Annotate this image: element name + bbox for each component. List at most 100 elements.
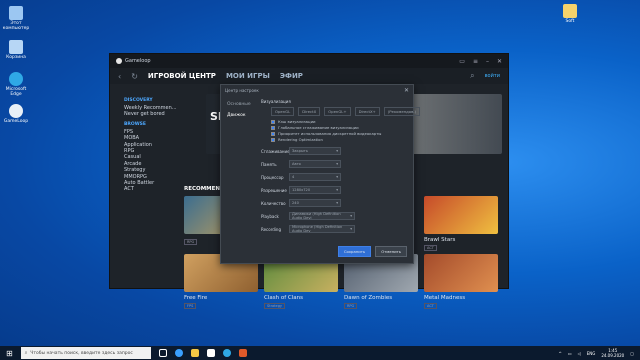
api-option-opengl-plus[interactable]: OpenGL+	[324, 107, 351, 116]
field-recording: Recording Microphone (High Definition Au…	[261, 225, 409, 233]
field-processor: Процессор 4 ▾	[261, 173, 409, 181]
system-tray: ^ ▭ ◁ ENG 1:45 24.09.2020 ▢	[558, 348, 634, 358]
network-icon[interactable]: ▭	[568, 351, 572, 356]
api-recommended-note: (Рекомендов.)	[383, 107, 421, 116]
search-icon: ⌕	[24, 351, 28, 356]
api-option-directx-plus[interactable]: DirectX+	[354, 107, 380, 116]
tab-live[interactable]: ЭФИР	[280, 72, 303, 80]
store-taskbar-icon[interactable]	[206, 349, 215, 357]
title-bar: Gameloop ▭ ≡ – ✕	[110, 54, 508, 68]
checkbox-icon	[271, 125, 275, 130]
sidebar-discovery-title: DISCOVERY	[124, 98, 153, 103]
tab-game-center[interactable]: ИГРОВОЙ ЦЕНТР	[148, 72, 216, 80]
dialog-close-button[interactable]: ✕	[404, 87, 409, 94]
close-button[interactable]: ✕	[497, 58, 502, 65]
menu-item-general[interactable]: Основные	[225, 99, 257, 110]
field-memory: Память Авто ▾	[261, 160, 409, 168]
api-option-opengl[interactable]: OpenGL	[271, 107, 295, 116]
game-name: Free Fire	[184, 295, 208, 301]
language-indicator[interactable]: ENG	[587, 351, 596, 356]
window-mode-button[interactable]: ▭	[459, 58, 465, 65]
field-antialiasing: Сглаживание Закрыть ▾	[261, 147, 409, 155]
taskbar: ⊞ ⌕ Чтобы начать поиск, введите здесь за…	[0, 346, 640, 360]
checkbox-rendering-optimization[interactable]: Rendering Optimization	[271, 137, 409, 142]
desktop-icon-edge[interactable]: Microsoft Edge	[2, 72, 30, 97]
chevron-down-icon: ▾	[336, 188, 338, 192]
chevron-down-icon: ▾	[336, 175, 338, 179]
game-tag: RPG	[344, 303, 358, 309]
settings-dialog: Центр настроек ✕ Основные Движок Визуали…	[220, 84, 421, 264]
windows-start-icon[interactable]: ⊞	[6, 349, 13, 358]
menu-button[interactable]: ≡	[473, 58, 478, 65]
chevron-down-icon: ▾	[350, 227, 352, 231]
chevron-down-icon: ▾	[350, 214, 352, 218]
dialog-body: Визуализация OpenGL DirectX OpenGL+ Dire…	[261, 99, 421, 259]
game-tag: ACT	[424, 303, 437, 309]
computer-icon	[9, 6, 23, 20]
edge-icon	[9, 72, 23, 86]
render-api-options: OpenGL DirectX OpenGL+ DirectX+ (Рекомен…	[271, 107, 421, 116]
desktop-icon-soft[interactable]: Soft	[556, 4, 584, 24]
notification-icon[interactable]: ▢	[630, 351, 634, 356]
desktop-icon-this-pc[interactable]: Этот компьютер	[2, 6, 30, 31]
refresh-icon[interactable]: ↻	[131, 72, 138, 81]
search-icon[interactable]: ⌕	[470, 71, 474, 81]
playback-select[interactable]: Динамики (High Definition Audio Devi ▾	[289, 212, 355, 220]
sidebar-item-never-bored[interactable]: Never get bored	[118, 111, 186, 117]
count-select[interactable]: 240 ▾	[289, 199, 341, 207]
dialog-menu: Основные Движок	[225, 99, 257, 121]
tab-my-games[interactable]: МОИ ИГРЫ	[226, 72, 270, 80]
game-thumbnail	[424, 196, 498, 234]
volume-icon[interactable]: ◁	[578, 351, 581, 356]
edge-taskbar-icon[interactable]	[174, 349, 183, 357]
chevron-up-icon[interactable]: ^	[558, 351, 561, 356]
game-thumbnail	[424, 254, 498, 292]
login-link[interactable]: войти	[485, 73, 500, 79]
chevron-down-icon: ▾	[336, 162, 338, 166]
gameloop-icon	[9, 104, 23, 118]
gameloop-logo-icon	[116, 58, 122, 64]
app-taskbar-icon[interactable]	[238, 349, 247, 357]
menu-item-engine[interactable]: Движок	[225, 110, 257, 121]
nav-bar: ‹ ↻ ИГРОВОЙ ЦЕНТР МОИ ИГРЫ ЭФИР ⌕ войти	[110, 68, 508, 84]
window-controls: ▭ ≡ – ✕	[459, 58, 502, 65]
recommend-title: RECOMMEND	[184, 186, 225, 192]
minimize-button[interactable]: –	[486, 58, 489, 65]
back-icon[interactable]: ‹	[118, 72, 121, 81]
taskbar-search-input[interactable]: ⌕ Чтобы начать поиск, введите здесь запр…	[20, 347, 151, 359]
checkbox-render-cache[interactable]: Кэш визуализации	[271, 119, 409, 124]
game-name: Clash of Clans	[264, 295, 303, 301]
checkbox-icon	[271, 119, 275, 124]
game-tag: FPS	[184, 303, 197, 309]
clock[interactable]: 1:45 24.09.2020	[601, 348, 624, 358]
explorer-taskbar-icon[interactable]	[190, 349, 199, 357]
gameloop-taskbar-icon[interactable]	[222, 349, 231, 357]
api-option-directx[interactable]: DirectX	[298, 107, 321, 116]
field-resolution: Разрешение 1280x720 ▾	[261, 186, 409, 194]
processor-select[interactable]: 4 ▾	[289, 173, 341, 181]
antialiasing-select[interactable]: Закрыть ▾	[289, 147, 341, 155]
chevron-down-icon: ▾	[336, 149, 338, 153]
game-card[interactable]: Metal Madness ACT	[424, 254, 498, 309]
chevron-down-icon: ▾	[336, 201, 338, 205]
resolution-select[interactable]: 1280x720 ▾	[289, 186, 341, 194]
desktop-icon-recycle-bin[interactable]: Корзина	[2, 40, 30, 60]
folder-icon	[563, 4, 577, 18]
save-button[interactable]: Сохранить	[337, 246, 372, 257]
field-playback: Playback Динамики (High Definition Audio…	[261, 212, 409, 220]
recording-select[interactable]: Microphone (High Definition Audio Dev ▾	[289, 225, 355, 233]
cancel-button[interactable]: Отменить	[375, 246, 407, 257]
field-count: Количество 240 ▾	[261, 199, 409, 207]
game-name: Metal Madness	[424, 295, 466, 301]
sidebar: DISCOVERY Weekly Recommen... Never get b…	[118, 94, 186, 193]
dialog-buttons: Сохранить Отменить	[337, 246, 407, 257]
task-view-icon[interactable]	[158, 349, 167, 357]
desktop-icon-gameloop[interactable]: GameLoop	[2, 104, 30, 124]
game-tag: ACT	[424, 245, 437, 251]
game-tag: RPG	[184, 239, 198, 245]
game-card[interactable]: Brawl Stars ACT	[424, 196, 498, 251]
checkbox-discrete-gpu[interactable]: Приоритет использования дискретной видео…	[271, 131, 409, 136]
checkbox-global-antialias[interactable]: Глобальное сглаживание визуализации	[271, 125, 409, 130]
sidebar-item-act[interactable]: ACT	[118, 186, 186, 192]
memory-select[interactable]: Авто ▾	[289, 160, 341, 168]
